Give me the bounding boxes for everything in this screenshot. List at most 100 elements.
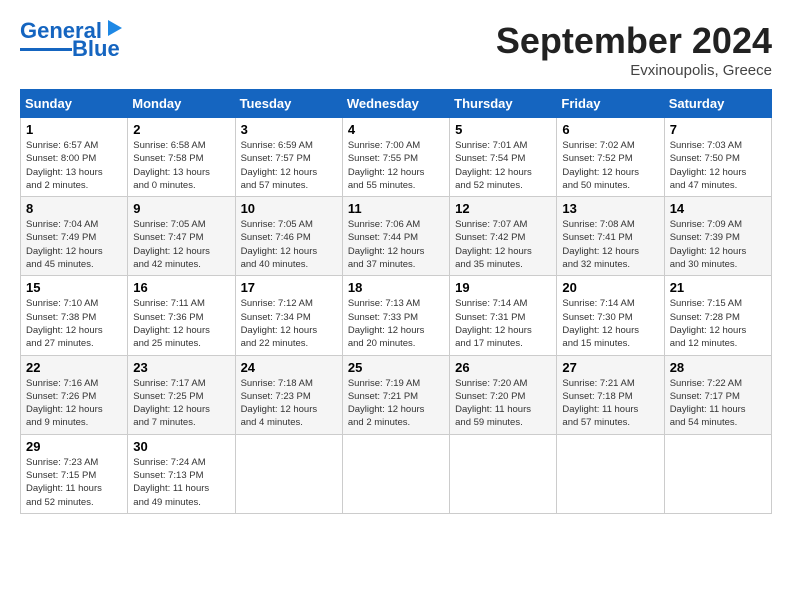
calendar-day-cell: 24 Sunrise: 7:18 AMSunset: 7:23 PMDaylig…	[235, 355, 342, 434]
day-info: Sunrise: 7:24 AMSunset: 7:13 PMDaylight:…	[133, 456, 229, 509]
calendar-day-cell: 28 Sunrise: 7:22 AMSunset: 7:17 PMDaylig…	[664, 355, 771, 434]
day-info: Sunrise: 7:11 AMSunset: 7:36 PMDaylight:…	[133, 297, 229, 350]
calendar-header-row: SundayMondayTuesdayWednesdayThursdayFrid…	[21, 90, 772, 118]
day-info: Sunrise: 7:10 AMSunset: 7:38 PMDaylight:…	[26, 297, 122, 350]
day-info: Sunrise: 7:03 AMSunset: 7:50 PMDaylight:…	[670, 139, 766, 192]
calendar-week-row: 8 Sunrise: 7:04 AMSunset: 7:49 PMDayligh…	[21, 197, 772, 276]
weekday-header: Saturday	[664, 90, 771, 118]
calendar-day-cell: 20 Sunrise: 7:14 AMSunset: 7:30 PMDaylig…	[557, 276, 664, 355]
logo-underline	[20, 48, 72, 51]
day-info: Sunrise: 7:00 AMSunset: 7:55 PMDaylight:…	[348, 139, 444, 192]
day-info: Sunrise: 7:18 AMSunset: 7:23 PMDaylight:…	[241, 377, 337, 430]
day-info: Sunrise: 7:14 AMSunset: 7:30 PMDaylight:…	[562, 297, 658, 350]
day-number: 7	[670, 122, 766, 137]
calendar-day-cell: 5 Sunrise: 7:01 AMSunset: 7:54 PMDayligh…	[450, 118, 557, 197]
day-number: 22	[26, 360, 122, 375]
day-info: Sunrise: 7:07 AMSunset: 7:42 PMDaylight:…	[455, 218, 551, 271]
page-header: General Blue September 2024 Evxinoupolis…	[20, 20, 772, 79]
day-info: Sunrise: 6:57 AMSunset: 8:00 PMDaylight:…	[26, 139, 122, 192]
calendar-day-cell: 10 Sunrise: 7:05 AMSunset: 7:46 PMDaylig…	[235, 197, 342, 276]
day-info: Sunrise: 7:05 AMSunset: 7:47 PMDaylight:…	[133, 218, 229, 271]
day-info: Sunrise: 7:12 AMSunset: 7:34 PMDaylight:…	[241, 297, 337, 350]
calendar-day-cell: 8 Sunrise: 7:04 AMSunset: 7:49 PMDayligh…	[21, 197, 128, 276]
day-info: Sunrise: 7:17 AMSunset: 7:25 PMDaylight:…	[133, 377, 229, 430]
day-number: 28	[670, 360, 766, 375]
day-info: Sunrise: 7:06 AMSunset: 7:44 PMDaylight:…	[348, 218, 444, 271]
calendar-day-cell: 25 Sunrise: 7:19 AMSunset: 7:21 PMDaylig…	[342, 355, 449, 434]
day-number: 11	[348, 201, 444, 216]
weekday-header: Tuesday	[235, 90, 342, 118]
day-info: Sunrise: 7:21 AMSunset: 7:18 PMDaylight:…	[562, 377, 658, 430]
day-number: 18	[348, 280, 444, 295]
calendar-day-cell: 9 Sunrise: 7:05 AMSunset: 7:47 PMDayligh…	[128, 197, 235, 276]
day-number: 20	[562, 280, 658, 295]
day-info: Sunrise: 7:01 AMSunset: 7:54 PMDaylight:…	[455, 139, 551, 192]
day-number: 19	[455, 280, 551, 295]
calendar-day-cell: 19 Sunrise: 7:14 AMSunset: 7:31 PMDaylig…	[450, 276, 557, 355]
day-info: Sunrise: 7:19 AMSunset: 7:21 PMDaylight:…	[348, 377, 444, 430]
calendar-day-cell: 29 Sunrise: 7:23 AMSunset: 7:15 PMDaylig…	[21, 434, 128, 513]
calendar-table: SundayMondayTuesdayWednesdayThursdayFrid…	[20, 89, 772, 514]
weekday-header: Wednesday	[342, 90, 449, 118]
day-info: Sunrise: 7:08 AMSunset: 7:41 PMDaylight:…	[562, 218, 658, 271]
day-info: Sunrise: 6:58 AMSunset: 7:58 PMDaylight:…	[133, 139, 229, 192]
day-info: Sunrise: 7:13 AMSunset: 7:33 PMDaylight:…	[348, 297, 444, 350]
day-number: 25	[348, 360, 444, 375]
day-info: Sunrise: 7:20 AMSunset: 7:20 PMDaylight:…	[455, 377, 551, 430]
calendar-day-cell: 1 Sunrise: 6:57 AMSunset: 8:00 PMDayligh…	[21, 118, 128, 197]
day-info: Sunrise: 7:23 AMSunset: 7:15 PMDaylight:…	[26, 456, 122, 509]
day-number: 16	[133, 280, 229, 295]
calendar-day-cell: 3 Sunrise: 6:59 AMSunset: 7:57 PMDayligh…	[235, 118, 342, 197]
day-number: 6	[562, 122, 658, 137]
empty-cell	[557, 434, 664, 513]
logo-blue-text: Blue	[72, 38, 120, 60]
calendar-day-cell: 18 Sunrise: 7:13 AMSunset: 7:33 PMDaylig…	[342, 276, 449, 355]
calendar-day-cell: 26 Sunrise: 7:20 AMSunset: 7:20 PMDaylig…	[450, 355, 557, 434]
logo: General Blue	[20, 20, 126, 60]
calendar-day-cell: 4 Sunrise: 7:00 AMSunset: 7:55 PMDayligh…	[342, 118, 449, 197]
day-info: Sunrise: 6:59 AMSunset: 7:57 PMDaylight:…	[241, 139, 337, 192]
weekday-header: Thursday	[450, 90, 557, 118]
day-number: 26	[455, 360, 551, 375]
calendar-week-row: 15 Sunrise: 7:10 AMSunset: 7:38 PMDaylig…	[21, 276, 772, 355]
calendar-day-cell: 12 Sunrise: 7:07 AMSunset: 7:42 PMDaylig…	[450, 197, 557, 276]
location: Evxinoupolis, Greece	[496, 62, 772, 79]
calendar-day-cell: 16 Sunrise: 7:11 AMSunset: 7:36 PMDaylig…	[128, 276, 235, 355]
day-number: 4	[348, 122, 444, 137]
weekday-header: Friday	[557, 90, 664, 118]
day-number: 12	[455, 201, 551, 216]
calendar-day-cell: 17 Sunrise: 7:12 AMSunset: 7:34 PMDaylig…	[235, 276, 342, 355]
day-number: 3	[241, 122, 337, 137]
day-info: Sunrise: 7:04 AMSunset: 7:49 PMDaylight:…	[26, 218, 122, 271]
day-number: 29	[26, 439, 122, 454]
day-number: 21	[670, 280, 766, 295]
weekday-header: Sunday	[21, 90, 128, 118]
day-info: Sunrise: 7:22 AMSunset: 7:17 PMDaylight:…	[670, 377, 766, 430]
calendar-day-cell: 7 Sunrise: 7:03 AMSunset: 7:50 PMDayligh…	[664, 118, 771, 197]
calendar-day-cell: 13 Sunrise: 7:08 AMSunset: 7:41 PMDaylig…	[557, 197, 664, 276]
day-info: Sunrise: 7:09 AMSunset: 7:39 PMDaylight:…	[670, 218, 766, 271]
calendar-day-cell: 22 Sunrise: 7:16 AMSunset: 7:26 PMDaylig…	[21, 355, 128, 434]
day-number: 17	[241, 280, 337, 295]
calendar-week-row: 22 Sunrise: 7:16 AMSunset: 7:26 PMDaylig…	[21, 355, 772, 434]
day-number: 1	[26, 122, 122, 137]
calendar-day-cell: 11 Sunrise: 7:06 AMSunset: 7:44 PMDaylig…	[342, 197, 449, 276]
empty-cell	[664, 434, 771, 513]
empty-cell	[342, 434, 449, 513]
day-number: 24	[241, 360, 337, 375]
calendar-week-row: 1 Sunrise: 6:57 AMSunset: 8:00 PMDayligh…	[21, 118, 772, 197]
day-info: Sunrise: 7:05 AMSunset: 7:46 PMDaylight:…	[241, 218, 337, 271]
calendar-week-row: 29 Sunrise: 7:23 AMSunset: 7:15 PMDaylig…	[21, 434, 772, 513]
weekday-header: Monday	[128, 90, 235, 118]
day-number: 8	[26, 201, 122, 216]
empty-cell	[450, 434, 557, 513]
day-number: 23	[133, 360, 229, 375]
day-info: Sunrise: 7:16 AMSunset: 7:26 PMDaylight:…	[26, 377, 122, 430]
day-number: 5	[455, 122, 551, 137]
day-number: 13	[562, 201, 658, 216]
day-number: 9	[133, 201, 229, 216]
calendar-day-cell: 6 Sunrise: 7:02 AMSunset: 7:52 PMDayligh…	[557, 118, 664, 197]
day-info: Sunrise: 7:14 AMSunset: 7:31 PMDaylight:…	[455, 297, 551, 350]
day-number: 2	[133, 122, 229, 137]
calendar-day-cell: 14 Sunrise: 7:09 AMSunset: 7:39 PMDaylig…	[664, 197, 771, 276]
